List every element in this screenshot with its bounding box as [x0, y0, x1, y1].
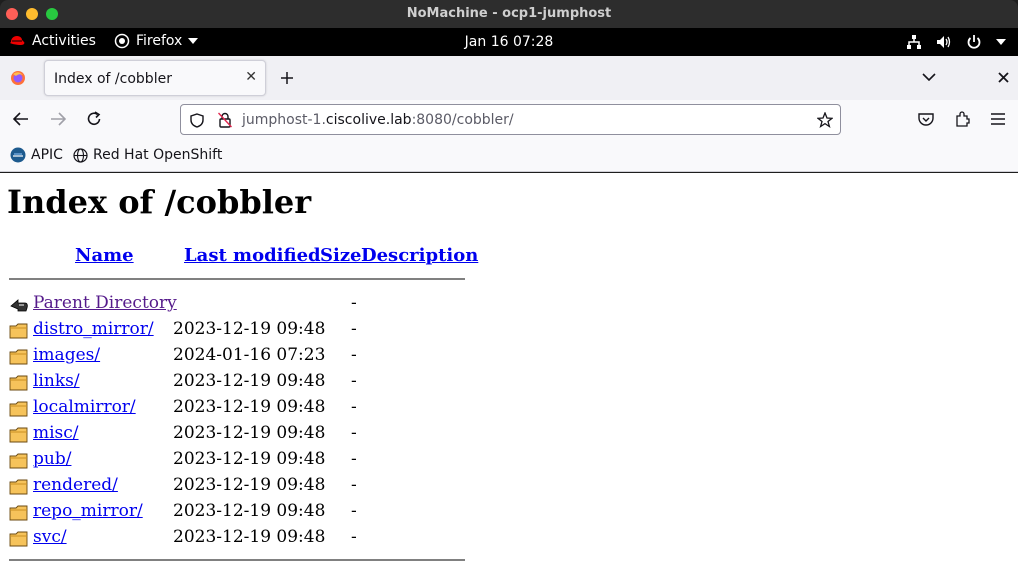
power-icon	[967, 35, 981, 49]
directory-row: images/2024-01-16 07:23 -	[0, 345, 480, 371]
directory-link[interactable]: svc/	[33, 527, 67, 547]
directory-link[interactable]: images/	[33, 345, 100, 365]
size-value: -	[351, 423, 357, 443]
directory-link[interactable]: repo_mirror/	[33, 501, 143, 521]
tab-close-icon[interactable]: ✕	[245, 69, 257, 85]
modified-date: 2023-12-19 09:48	[173, 449, 326, 469]
folder-icon	[9, 375, 28, 391]
folder-icon	[9, 453, 28, 469]
size-value: -	[351, 319, 357, 339]
gnome-top-bar: Activities Firefox Jan 16 07:28	[0, 28, 1018, 56]
directory-row: links/2023-12-19 09:48 -	[0, 371, 480, 397]
folder-icon	[9, 531, 28, 547]
column-header-last-modified[interactable]: Last modified	[184, 245, 321, 266]
modified-date: 2023-12-19 09:48	[173, 475, 326, 495]
directory-link[interactable]: misc/	[33, 423, 79, 443]
forward-icon	[51, 112, 66, 126]
bookmark-star-icon[interactable]	[817, 112, 833, 128]
modified-date: 2023-12-19 09:48	[173, 527, 326, 547]
header-divider	[9, 278, 465, 280]
directory-row: svc/2023-12-19 09:48 -	[0, 527, 480, 553]
close-browser-icon[interactable]	[998, 72, 1009, 83]
window-title: NoMachine - ocp1-jumphost	[406, 6, 612, 21]
size-value: -	[351, 345, 357, 365]
directory-link[interactable]: distro_mirror/	[33, 319, 154, 339]
folder-icon	[9, 479, 28, 495]
page-content: Index of /cobbler Name Last modified Siz…	[0, 173, 1018, 578]
volume-icon	[937, 36, 951, 48]
apic-favicon-icon	[10, 147, 26, 163]
nomachine-titlebar: NoMachine - ocp1-jumphost	[0, 0, 1018, 28]
size-value: -	[351, 449, 357, 469]
directory-row: rendered/2023-12-19 09:48 -	[0, 475, 480, 501]
size-value: -	[351, 371, 357, 391]
directory-row: distro_mirror/2023-12-19 09:48 -	[0, 319, 480, 345]
network-icon	[907, 35, 921, 49]
navigation-toolbar: jumphost-1.ciscolive.lab:8080/cobbler/	[0, 100, 1018, 140]
tab-strip: Index of /cobbler ✕	[0, 56, 1018, 100]
modified-date: 2024-01-16 07:23	[173, 345, 326, 365]
modified-date: 2023-12-19 09:48	[173, 371, 326, 391]
url-bar[interactable]: jumphost-1.ciscolive.lab:8080/cobbler/	[180, 104, 841, 135]
directory-row: repo_mirror/2023-12-19 09:48 -	[0, 501, 480, 527]
directory-link[interactable]: links/	[33, 371, 80, 391]
globe-icon	[73, 147, 88, 163]
bookmarks-toolbar: APIC Red Hat OpenShift	[0, 140, 1018, 172]
reload-icon[interactable]	[86, 111, 102, 127]
folder-icon	[9, 349, 28, 365]
parent-size: -	[351, 293, 357, 313]
insecure-lock-icon[interactable]	[218, 112, 232, 128]
directory-row: pub/2023-12-19 09:48 -	[0, 449, 480, 475]
size-value: -	[351, 501, 357, 521]
modified-date: 2023-12-19 09:48	[173, 501, 326, 521]
tab-active[interactable]: Index of /cobbler ✕	[44, 60, 266, 96]
back-arrow-icon	[10, 299, 28, 312]
folder-icon	[9, 427, 28, 443]
tracking-protection-icon[interactable]	[190, 113, 204, 128]
column-header-size[interactable]: Size	[320, 245, 362, 266]
new-tab-icon[interactable]	[280, 71, 294, 85]
clock[interactable]: Jan 16 07:28	[0, 34, 1018, 50]
back-icon[interactable]	[13, 112, 29, 126]
footer-divider	[9, 559, 465, 561]
bookmark-label: APIC	[31, 147, 63, 163]
column-header-name[interactable]: Name	[75, 245, 134, 266]
directory-row: misc/2023-12-19 09:48 -	[0, 423, 480, 449]
chevron-down-icon	[996, 39, 1006, 45]
firefox-view-icon[interactable]	[10, 70, 26, 86]
size-value: -	[351, 397, 357, 417]
hamburger-menu-icon[interactable]	[991, 113, 1005, 125]
directory-link[interactable]: pub/	[33, 449, 71, 469]
extensions-icon[interactable]	[955, 111, 970, 127]
directory-link[interactable]: rendered/	[33, 475, 118, 495]
system-tray[interactable]	[906, 34, 1006, 50]
bookmark-label: Red Hat OpenShift	[93, 147, 223, 163]
directory-link[interactable]: localmirror/	[33, 397, 136, 417]
modified-date: 2023-12-19 09:48	[173, 397, 326, 417]
folder-icon	[9, 323, 28, 339]
page-title: Index of /cobbler	[7, 183, 312, 221]
size-value: -	[351, 475, 357, 495]
directory-row: localmirror/2023-12-19 09:48 -	[0, 397, 480, 423]
modified-date: 2023-12-19 09:48	[173, 423, 326, 443]
parent-directory-link[interactable]: Parent Directory	[33, 293, 177, 313]
pocket-icon[interactable]	[918, 112, 934, 126]
folder-icon	[9, 505, 28, 521]
modified-date: 2023-12-19 09:48	[173, 319, 326, 339]
bookmark-red-hat-openshift[interactable]: Red Hat OpenShift	[73, 147, 222, 163]
size-value: -	[351, 527, 357, 547]
folder-icon	[9, 401, 28, 417]
tab-title: Index of /cobbler	[54, 71, 172, 87]
parent-directory-row: Parent Directory -	[0, 293, 480, 319]
url-text[interactable]: jumphost-1.ciscolive.lab:8080/cobbler/	[242, 112, 514, 128]
bookmark-apic[interactable]: APIC	[10, 147, 63, 163]
column-header-description[interactable]: Description	[361, 245, 478, 266]
list-all-tabs-icon[interactable]	[922, 73, 936, 81]
